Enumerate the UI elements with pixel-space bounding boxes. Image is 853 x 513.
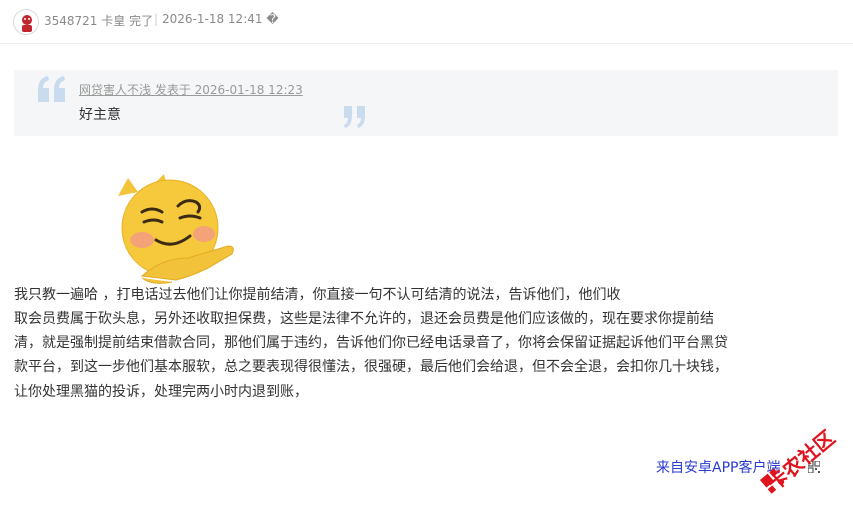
user-title: 卡皇 完了 <box>101 14 154 28</box>
quote-open-icon <box>38 76 65 102</box>
header-separator: | <box>154 12 159 26</box>
post-line-3: 清，就是强制提前结束借款合同，那他们属于违约，告诉他们你已经电话录音了，你将会保… <box>14 335 728 351</box>
qr-code-icon[interactable] <box>808 461 820 473</box>
user-id[interactable]: 3548721 <box>44 14 97 28</box>
avatar[interactable] <box>13 9 39 35</box>
smirk-emoji-icon <box>118 174 234 284</box>
post-header: 3548721 卡皇 完了 | 2026-1-18 12:41 � <box>0 0 853 44</box>
quote-block: 网贷害人不浅 发表于 2026-01-18 12:23 好主意 <box>14 70 838 136</box>
post-line-1: 我只教一遍哈 ，打电话过去他们让你提前结清，你直接一句不认可结清的说法，告诉他们… <box>14 287 621 303</box>
post-line-4: 款平台，到这一步他们基本服软，总之要表现得很懂法，很强硬，最后他们会给退，但不会… <box>14 359 728 375</box>
post-line-2: 取会员费属于砍头息，另外还收取担保费，这些是法律不允许的，退还会员费是他们应该做… <box>14 311 714 327</box>
quote-meta-link[interactable]: 网贷害人不浅 发表于 2026-01-18 12:23 <box>79 81 303 98</box>
post-timestamp: 2026-1-18 12:41 � <box>162 12 279 26</box>
user-avatar-icon <box>15 11 38 34</box>
client-source-link[interactable]: 来自安卓APP客户端 <box>656 457 780 477</box>
quote-text: 好主意 <box>79 107 121 123</box>
quote-close-icon <box>344 106 365 128</box>
post-line-5: 让你处理黑猫的投诉，处理完两小时内退到账， <box>14 384 308 400</box>
username[interactable]: 3548721 卡皇 完了 <box>44 12 153 29</box>
